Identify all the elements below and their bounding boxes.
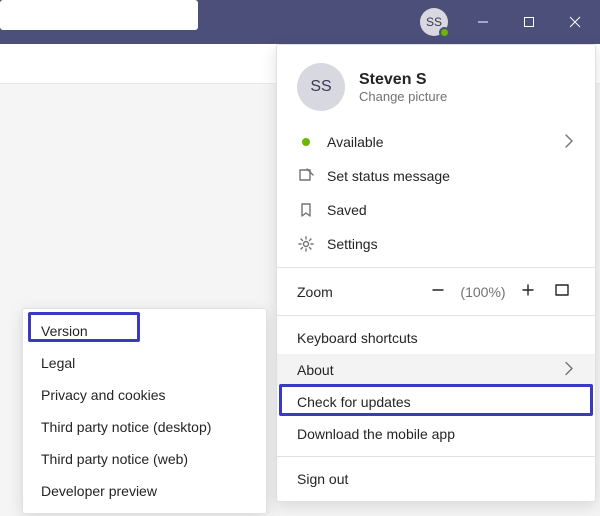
profile-menu: SS Steven S Change picture Available Set… (276, 44, 596, 502)
menu-label: Keyboard shortcuts (297, 330, 418, 346)
menu-label: Third party notice (desktop) (41, 419, 211, 435)
set-status-message-item[interactable]: Set status message (277, 159, 595, 193)
chevron-right-icon (561, 133, 577, 152)
fullscreen-button[interactable] (549, 282, 575, 301)
edit-icon (297, 167, 315, 185)
menu-label: Version (41, 323, 88, 339)
minimize-button[interactable] (460, 0, 506, 44)
about-dev-preview-item[interactable]: Developer preview (23, 475, 266, 507)
zoom-controls: Zoom (100%) (277, 274, 595, 309)
bookmark-icon (297, 201, 315, 219)
download-mobile-item[interactable]: Download the mobile app (277, 418, 595, 450)
profile-avatar-small[interactable]: SS (420, 8, 448, 36)
gear-icon (297, 235, 315, 253)
about-tpn-desktop-item[interactable]: Third party notice (desktop) (23, 411, 266, 443)
saved-item[interactable]: Saved (277, 193, 595, 227)
about-tpn-web-item[interactable]: Third party notice (web) (23, 443, 266, 475)
about-legal-item[interactable]: Legal (23, 347, 266, 379)
menu-label: Settings (327, 236, 378, 252)
sign-out-item[interactable]: Sign out (277, 463, 595, 495)
about-version-item[interactable]: Version (23, 315, 266, 347)
menu-label: Saved (327, 202, 367, 218)
zoom-value: (100%) (459, 284, 507, 300)
profile-avatar[interactable]: SS (297, 63, 345, 111)
about-submenu: Version Legal Privacy and cookies Third … (22, 308, 267, 514)
presence-indicator-icon (439, 27, 450, 38)
title-bar: SS (0, 0, 600, 44)
zoom-in-button[interactable] (515, 282, 541, 301)
settings-item[interactable]: Settings (277, 227, 595, 261)
about-privacy-item[interactable]: Privacy and cookies (23, 379, 266, 411)
profile-display-name: Steven S (359, 71, 447, 89)
menu-label: Set status message (327, 168, 450, 184)
menu-label: Third party notice (web) (41, 451, 188, 467)
separator (277, 267, 595, 268)
change-picture-link[interactable]: Change picture (359, 89, 447, 104)
separator (277, 315, 595, 316)
menu-label: Check for updates (297, 394, 411, 410)
keyboard-shortcuts-item[interactable]: Keyboard shortcuts (277, 322, 595, 354)
maximize-button[interactable] (506, 0, 552, 44)
separator (277, 456, 595, 457)
menu-label: About (297, 362, 334, 378)
close-button[interactable] (552, 0, 598, 44)
chevron-right-icon (561, 361, 577, 380)
status-label: Available (327, 134, 384, 150)
menu-label: Legal (41, 355, 75, 371)
menu-label: Download the mobile app (297, 426, 455, 442)
menu-label: Developer preview (41, 483, 157, 499)
zoom-out-button[interactable] (425, 282, 451, 301)
avatar-initials: SS (426, 15, 442, 29)
search-input[interactable] (0, 0, 198, 30)
zoom-label: Zoom (297, 284, 333, 300)
menu-label: Privacy and cookies (41, 387, 166, 403)
presence-available-icon (297, 133, 315, 151)
window-controls (460, 0, 598, 44)
avatar-initials: SS (310, 78, 331, 96)
status-row[interactable]: Available (277, 125, 595, 159)
profile-header: SS Steven S Change picture (277, 53, 595, 125)
about-item[interactable]: About (277, 354, 595, 386)
check-for-updates-item[interactable]: Check for updates (277, 386, 595, 418)
menu-label: Sign out (297, 471, 348, 487)
